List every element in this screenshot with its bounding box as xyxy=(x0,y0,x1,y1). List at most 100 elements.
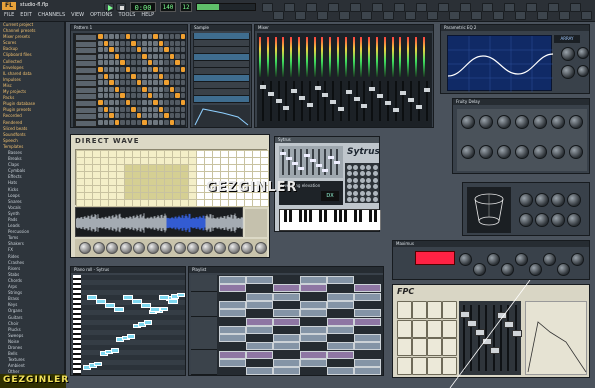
delay-knob[interactable] xyxy=(479,145,493,159)
step-button[interactable] xyxy=(164,100,169,105)
directwave-knob[interactable] xyxy=(241,242,253,254)
step-button[interactable] xyxy=(153,47,158,53)
matrix-knob[interactable] xyxy=(366,190,372,196)
toolbar-button[interactable] xyxy=(284,3,295,12)
compressor-knob[interactable] xyxy=(529,263,542,276)
playlist-clip[interactable] xyxy=(354,367,381,376)
playlist-clip[interactable] xyxy=(273,359,300,367)
playlist-clip[interactable] xyxy=(327,325,354,334)
step-button[interactable] xyxy=(169,73,174,79)
directwave-knob[interactable] xyxy=(214,242,226,254)
delay-knob[interactable] xyxy=(497,115,511,129)
step-button[interactable] xyxy=(131,53,136,59)
step-button[interactable] xyxy=(136,100,141,105)
step-button[interactable] xyxy=(153,100,158,105)
step-button[interactable] xyxy=(103,47,108,53)
piano-black-key[interactable] xyxy=(298,210,302,222)
step-button[interactable] xyxy=(103,53,108,59)
eq-knob[interactable] xyxy=(561,65,575,79)
matrix-knob[interactable] xyxy=(366,177,372,183)
piano-black-key[interactable] xyxy=(373,210,377,222)
piano-black-key[interactable] xyxy=(283,210,287,222)
step-button[interactable] xyxy=(120,60,125,66)
matrix-knob[interactable] xyxy=(347,197,352,202)
step-button[interactable] xyxy=(164,73,169,79)
directwave-knob[interactable] xyxy=(106,242,118,254)
step-button[interactable] xyxy=(136,34,141,39)
step-button[interactable] xyxy=(147,53,152,59)
step-button[interactable] xyxy=(164,40,169,46)
step-button[interactable] xyxy=(136,80,141,86)
mixer-fader[interactable] xyxy=(400,91,407,95)
playlist-clip[interactable] xyxy=(300,309,327,318)
directwave-knob[interactable] xyxy=(254,242,267,254)
play-button[interactable] xyxy=(104,3,114,11)
step-button[interactable] xyxy=(142,113,147,119)
step-button[interactable] xyxy=(169,67,174,72)
delay-knob[interactable] xyxy=(515,145,529,159)
step-button[interactable] xyxy=(120,100,125,105)
step-button[interactable] xyxy=(98,100,103,105)
step-button[interactable] xyxy=(103,73,108,79)
step-button[interactable] xyxy=(109,40,114,46)
matrix-knob[interactable] xyxy=(366,165,372,170)
playlist-clip[interactable] xyxy=(354,334,381,343)
playlist-clip[interactable] xyxy=(246,300,273,309)
step-button[interactable] xyxy=(147,73,152,79)
compressor-knob[interactable] xyxy=(501,263,514,276)
step-button[interactable] xyxy=(175,53,180,59)
channel-button[interactable] xyxy=(75,119,97,127)
playlist-clip[interactable] xyxy=(273,284,300,293)
step-button[interactable] xyxy=(147,40,152,46)
step-button[interactable] xyxy=(180,47,185,53)
step-button[interactable] xyxy=(158,113,163,119)
eq-knob[interactable] xyxy=(561,47,575,61)
compressor-knob[interactable] xyxy=(487,253,500,266)
step-button[interactable] xyxy=(180,67,185,72)
step-button[interactable] xyxy=(142,40,147,46)
playlist-clip[interactable] xyxy=(219,334,246,343)
step-button[interactable] xyxy=(180,86,185,92)
directwave-knob[interactable] xyxy=(146,242,159,254)
spectro-knob[interactable] xyxy=(567,193,581,207)
playlist-clip[interactable] xyxy=(327,276,354,284)
step-button[interactable] xyxy=(147,60,152,66)
delay-knob[interactable] xyxy=(461,115,475,129)
matrix-knob[interactable] xyxy=(366,184,372,190)
channel-row[interactable] xyxy=(194,47,249,54)
fpc-pad[interactable] xyxy=(397,356,412,375)
mixer-fader[interactable] xyxy=(267,92,274,96)
mixer-fader[interactable] xyxy=(361,104,368,108)
step-button[interactable] xyxy=(175,86,180,92)
playlist-clip[interactable] xyxy=(354,359,381,367)
step-button[interactable] xyxy=(114,34,119,39)
playlist-clip[interactable] xyxy=(300,300,327,309)
step-button[interactable] xyxy=(131,100,136,105)
matrix-knob[interactable] xyxy=(347,177,352,183)
step-button[interactable] xyxy=(158,119,163,125)
delay-knob[interactable] xyxy=(551,145,565,159)
step-button[interactable] xyxy=(147,67,152,72)
playlist-clip[interactable] xyxy=(354,342,381,351)
step-button[interactable] xyxy=(109,67,114,72)
step-button[interactable] xyxy=(180,80,185,86)
step-button[interactable] xyxy=(142,60,147,66)
piano-roll-note[interactable] xyxy=(110,348,119,353)
tempo-display[interactable]: 140 xyxy=(160,2,176,12)
step-button[interactable] xyxy=(153,73,158,79)
piano-black-key[interactable] xyxy=(288,210,292,222)
toolbar-button[interactable] xyxy=(427,11,438,20)
spectro-knob[interactable] xyxy=(551,193,565,207)
step-button[interactable] xyxy=(142,80,147,86)
toolbar-button[interactable] xyxy=(273,11,284,20)
step-button[interactable] xyxy=(175,67,180,72)
step-button[interactable] xyxy=(120,80,125,86)
matrix-knob[interactable] xyxy=(347,165,352,170)
playlist-clip[interactable] xyxy=(300,350,327,359)
step-button[interactable] xyxy=(147,80,152,86)
step-button[interactable] xyxy=(131,47,136,53)
toolbar-button[interactable] xyxy=(460,3,471,12)
step-button[interactable] xyxy=(158,67,163,72)
directwave-knob[interactable] xyxy=(227,242,240,254)
mixer-fader[interactable] xyxy=(338,107,344,111)
